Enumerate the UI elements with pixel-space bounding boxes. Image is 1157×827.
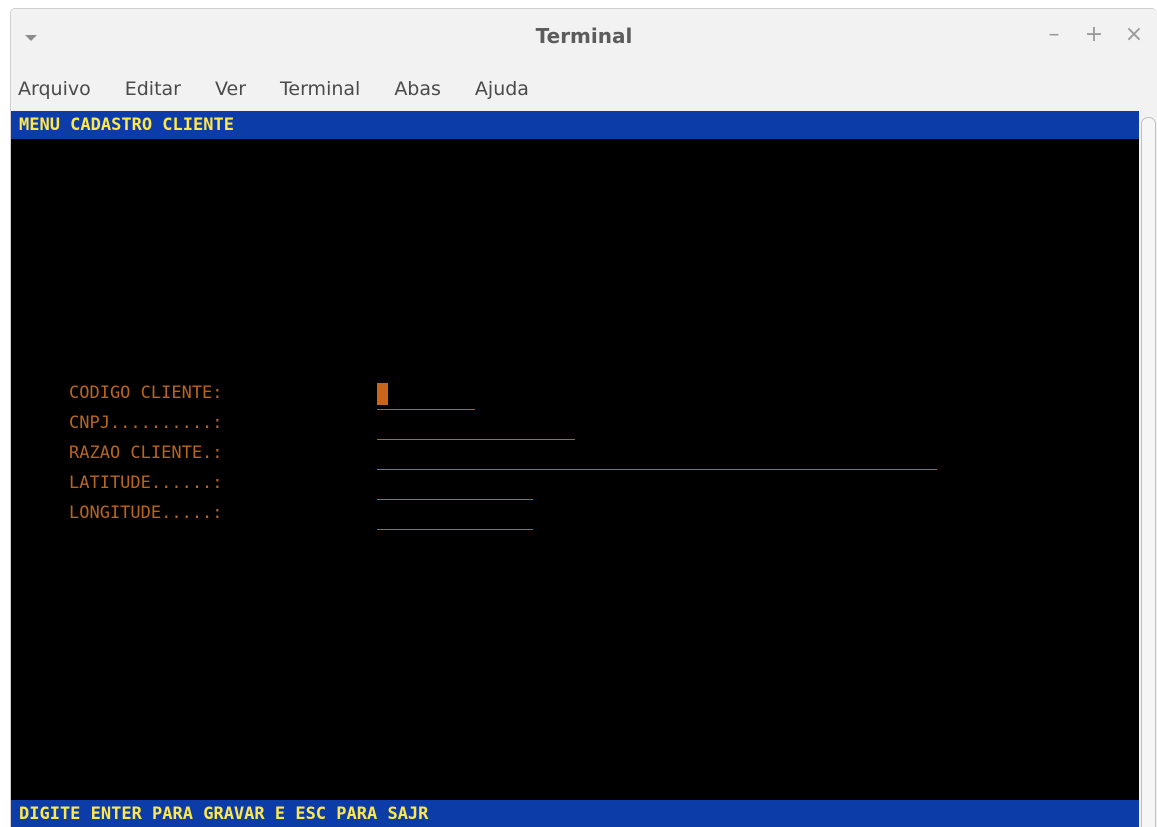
- scrollbar-thumb[interactable]: [1141, 117, 1156, 827]
- terminal-screen[interactable]: MENU CADASTRO CLIENTE CODIGO CLIENTE: CN…: [11, 111, 1139, 827]
- screen-header: MENU CADASTRO CLIENTE: [11, 111, 1139, 139]
- window-title: Terminal: [535, 24, 633, 48]
- scrollbar[interactable]: [1139, 111, 1157, 827]
- menu-bar: Arquivo Editar Ver Terminal Abas Ajuda: [11, 67, 1157, 111]
- label-latitude: LATITUDE......:: [69, 473, 223, 493]
- label-razao-cliente: RAZAO CLIENTE.:: [69, 443, 223, 463]
- menu-arquivo[interactable]: Arquivo: [11, 78, 108, 100]
- terminal-window: Terminal – + × Arquivo Editar Ver Termin…: [10, 8, 1157, 827]
- menu-editar[interactable]: Editar: [108, 78, 198, 100]
- input-razao-cliente[interactable]: [377, 445, 937, 470]
- input-latitude[interactable]: [377, 475, 533, 500]
- close-button[interactable]: ×: [1123, 23, 1145, 47]
- menu-ajuda[interactable]: Ajuda: [458, 78, 546, 100]
- input-longitude[interactable]: [377, 505, 533, 530]
- label-cnpj: CNPJ..........:: [69, 413, 223, 433]
- text-cursor: [377, 383, 388, 405]
- screen-footer: DIGITE ENTER PARA GRAVAR E ESC PARA SAJR: [11, 800, 1139, 827]
- maximize-button[interactable]: +: [1083, 23, 1105, 47]
- input-codigo-cliente[interactable]: [377, 385, 475, 410]
- menu-terminal[interactable]: Terminal: [263, 78, 377, 100]
- input-cnpj[interactable]: [377, 415, 575, 440]
- title-bar[interactable]: Terminal – + ×: [11, 9, 1157, 67]
- menu-abas[interactable]: Abas: [377, 78, 458, 100]
- menu-ver[interactable]: Ver: [198, 78, 263, 100]
- label-longitude: LONGITUDE.....:: [69, 503, 223, 523]
- label-codigo-cliente: CODIGO CLIENTE:: [69, 383, 223, 403]
- minimize-button[interactable]: –: [1043, 23, 1065, 47]
- window-controls: – + ×: [1043, 23, 1145, 47]
